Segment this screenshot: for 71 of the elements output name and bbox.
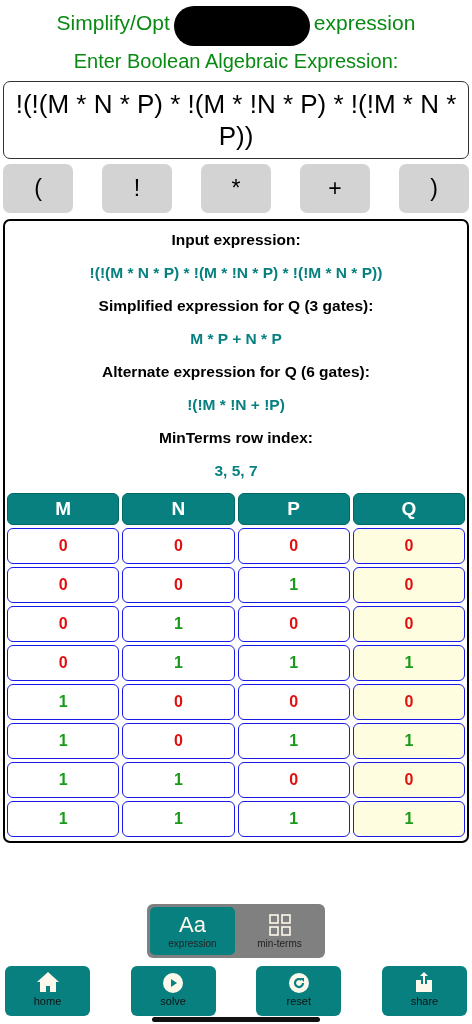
table-cell: 1 (237, 801, 350, 837)
result-value: !(!M * !N + !P) (187, 395, 285, 415)
operator-key[interactable]: ( (3, 164, 73, 213)
text-format-icon: Aa (179, 913, 206, 936)
result-heading: Input expression: (171, 230, 301, 250)
share-icon (415, 971, 434, 993)
table-cell: 0 (352, 567, 465, 603)
result-heading: Simplified expression for Q (3 gates): (98, 296, 374, 316)
table-cell: 1 (352, 801, 465, 837)
operator-key[interactable]: + (300, 164, 370, 213)
action-label: solve (160, 995, 186, 1007)
table-cell: 1 (122, 762, 235, 798)
action-button[interactable]: share (381, 966, 467, 1016)
home-icon (35, 971, 60, 993)
table-cell: 1 (7, 801, 120, 837)
table-cell: 1 (352, 723, 465, 759)
table-cell: 0 (352, 528, 465, 564)
result-heading: Alternate expression for Q (6 gates): (102, 362, 370, 382)
table-cell: 0 (122, 684, 235, 720)
table-cell: 0 (352, 762, 465, 798)
table-cell: 0 (237, 684, 350, 720)
table-cell: 1 (7, 723, 120, 759)
column-header: Q (352, 493, 465, 525)
play-icon (163, 973, 184, 993)
expression-input-field[interactable]: !(!(M * N * P) * !(M * !N * P) * !(!M * N * P)) (3, 81, 469, 159)
action-label: share (410, 995, 439, 1007)
column-header: P (237, 493, 350, 525)
action-button[interactable]: home (5, 966, 90, 1016)
table-cell: 0 (7, 645, 120, 681)
table-cell: 0 (7, 528, 120, 564)
table-cell: 1 (122, 645, 235, 681)
result-value: M * P + N * P (190, 329, 282, 349)
mode-label: expression (168, 937, 217, 949)
reset-icon (288, 973, 309, 993)
table-cell: 1 (237, 645, 350, 681)
table-cell: 0 (122, 567, 235, 603)
table-cell: 0 (352, 684, 465, 720)
operator-key[interactable]: ) (399, 164, 469, 213)
table-cell: 1 (237, 567, 350, 603)
column-header: N (122, 493, 235, 525)
table-cell: 1 (352, 645, 465, 681)
table-cell: 1 (122, 606, 235, 642)
mode-tab[interactable]: min-terms (237, 907, 322, 955)
app-title: Simplify/Opt (56, 11, 170, 35)
action-label: reset (286, 995, 312, 1007)
operator-key[interactable]: * (201, 164, 271, 213)
table-cell: 1 (237, 723, 350, 759)
table-cell: 0 (122, 528, 235, 564)
grid-icon (268, 913, 291, 936)
mode-tab[interactable]: Aa expression (150, 907, 235, 955)
table-cell: 0 (122, 723, 235, 759)
table-cell: 0 (237, 528, 350, 564)
table-cell: 1 (122, 801, 235, 837)
result-heading: MinTerms row index: (159, 428, 313, 448)
action-button[interactable]: solve (130, 966, 216, 1016)
table-cell: 1 (7, 684, 120, 720)
mode-label: min-terms (257, 937, 302, 949)
table-cell: 0 (237, 606, 350, 642)
column-header: M (7, 493, 120, 525)
input-prompt: Enter Boolean Algebraic Expression: (73, 50, 399, 73)
action-button[interactable]: reset (256, 966, 342, 1016)
result-value: 3, 5, 7 (214, 461, 258, 481)
action-label: home (33, 995, 62, 1007)
table-cell: 0 (7, 567, 120, 603)
app-title: expression (313, 11, 416, 35)
table-cell: 0 (7, 606, 120, 642)
table-cell: 0 (352, 606, 465, 642)
operator-key[interactable]: ! (102, 164, 172, 213)
table-cell: 1 (7, 762, 120, 798)
result-value: !(!(M * N * P) * !(M * !N * P) * !(!M * N * P)) (89, 263, 383, 283)
table-cell: 0 (237, 762, 350, 798)
